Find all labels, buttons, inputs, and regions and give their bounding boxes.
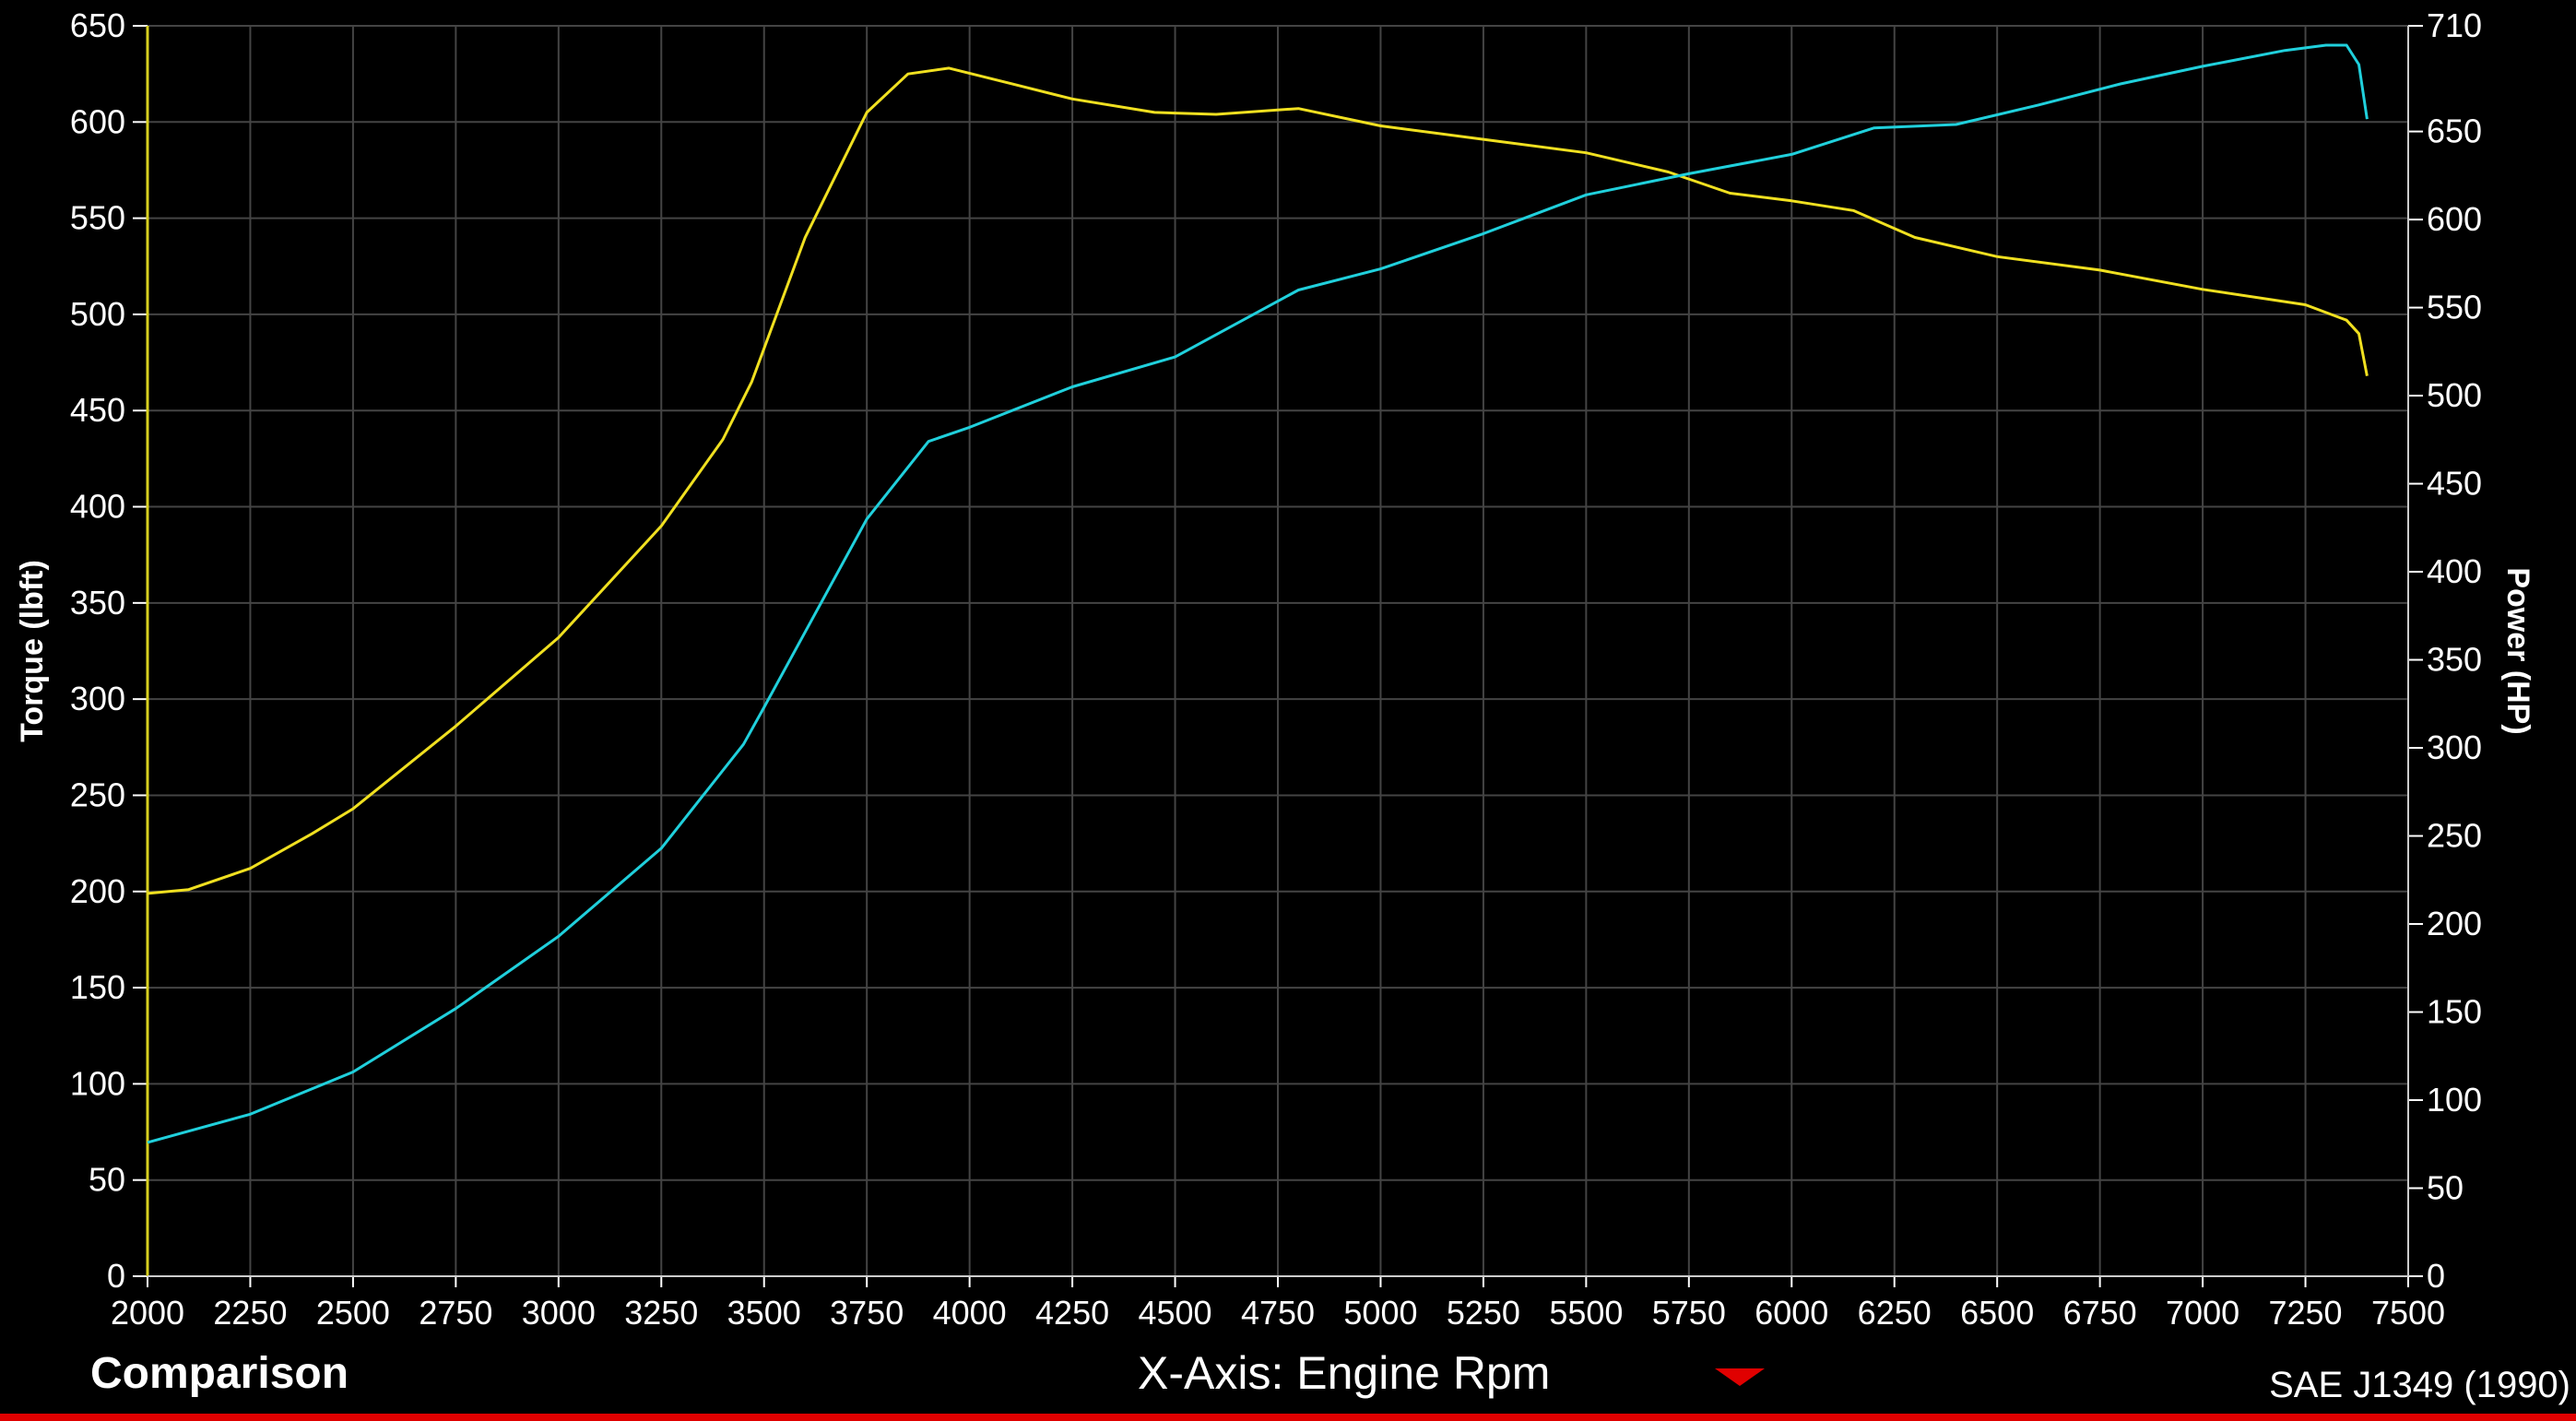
x-tick-label: 7250: [2268, 1294, 2342, 1332]
x-tick-label: 2250: [213, 1294, 287, 1332]
y-left-tick-label: 300: [70, 680, 125, 717]
x-tick-label: 2000: [111, 1294, 184, 1332]
x-tick-label: 6500: [1960, 1294, 2034, 1332]
y-left-tick-label: 350: [70, 584, 125, 622]
x-tick-label: 6750: [2063, 1294, 2137, 1332]
y-right-tick-label: 650: [2427, 112, 2482, 150]
x-tick-label: 7000: [2166, 1294, 2239, 1332]
torque-curve: [147, 66, 2369, 895]
y-right-tick-label: 350: [2427, 641, 2482, 679]
x-tick-label: 7500: [2371, 1294, 2445, 1332]
x-tick-label: 3000: [522, 1294, 596, 1332]
y-left-tick-label: 650: [70, 6, 125, 44]
y-right-tick-label: 450: [2427, 465, 2482, 503]
x-tick-label: 2750: [419, 1294, 492, 1332]
y-right-tick-label: 200: [2427, 905, 2482, 942]
y-left-tick-label: 400: [70, 488, 125, 526]
y-left-tick-label: 500: [70, 295, 125, 333]
x-tick-label: 3750: [830, 1294, 904, 1332]
y-left-tick-label: 200: [70, 872, 125, 910]
y-left-axis-title: Torque (lbft): [15, 560, 50, 742]
x-tick-label: 6250: [1858, 1294, 1932, 1332]
y-left-tick-label: 0: [107, 1257, 125, 1295]
triangle-down-icon[interactable]: [1715, 1368, 1765, 1386]
y-right-tick-label: 0: [2427, 1257, 2445, 1295]
x-tick-label: 3500: [727, 1294, 801, 1332]
x-tick-label: 4250: [1035, 1294, 1109, 1332]
y-right-tick-label: 550: [2427, 289, 2482, 326]
xaxis-selector-label[interactable]: X-Axis: Engine Rpm: [1138, 1346, 1550, 1400]
correction-standard: SAE J1349 (1990): [2269, 1365, 2570, 1405]
y-left-tick-label: 550: [70, 199, 125, 237]
series-lines: [147, 43, 2369, 1144]
y-right-tick-label: 400: [2427, 552, 2482, 590]
x-tick-label: 3250: [624, 1294, 698, 1332]
x-tick-label: 5250: [1447, 1294, 1520, 1332]
x-tick-label: 4000: [933, 1294, 1007, 1332]
y-left-tick-label: 250: [70, 776, 125, 813]
x-tick-label: 2500: [316, 1294, 390, 1332]
y-right-tick-label: 600: [2427, 200, 2482, 238]
x-tick-label: 4750: [1241, 1294, 1315, 1332]
grid-lines: [147, 25, 2409, 1277]
y-right-tick-label: 50: [2427, 1169, 2464, 1207]
x-tick-label: 6000: [1755, 1294, 1828, 1332]
comparison-label[interactable]: Comparison: [90, 1348, 349, 1399]
y-right-tick-label: 100: [2427, 1081, 2482, 1119]
x-tick-label: 5500: [1549, 1294, 1623, 1332]
dyno-chart: 2000 2250 2500 2750 3000 3250 3500 3750 4000 4250…: [15, 6, 2535, 1332]
bottom-red-bar: [0, 1414, 2576, 1421]
axes: 2000 2250 2500 2750 3000 3250 3500 3750 4000 4250…: [70, 6, 2482, 1332]
y-right-tick-label: 250: [2427, 817, 2482, 855]
x-tick-label: 5750: [1652, 1294, 1726, 1332]
y-left-tick-label: 450: [70, 391, 125, 429]
y-right-tick-label: 150: [2427, 993, 2482, 1031]
power-curve: [147, 43, 2369, 1144]
x-tick-label: 5000: [1343, 1294, 1417, 1332]
y-right-tick-label: 300: [2427, 728, 2482, 766]
y-left-tick-label: 50: [89, 1161, 125, 1199]
y-left-tick-label: 600: [70, 102, 125, 140]
x-tick-label: 4500: [1138, 1294, 1211, 1332]
y-right-axis-title: Power (HP): [2500, 567, 2535, 734]
y-right-tick-label: 500: [2427, 376, 2482, 414]
y-left-tick-label: 150: [70, 968, 125, 1006]
y-left-tick-label: 100: [70, 1064, 125, 1102]
y-right-tick-label: 710: [2427, 6, 2482, 44]
